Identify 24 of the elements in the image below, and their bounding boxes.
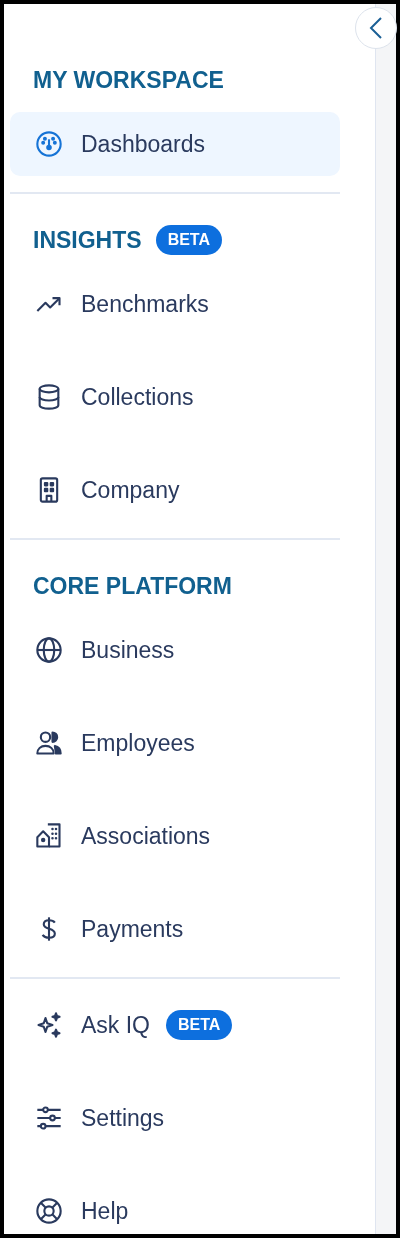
chevron-left-icon xyxy=(369,16,383,40)
nav-item[interactable]: Settings xyxy=(10,1086,340,1150)
buildings-icon xyxy=(35,822,63,850)
gauge-icon xyxy=(35,130,63,158)
beta-badge: BETA xyxy=(166,1010,233,1040)
nav-item[interactable]: Employees xyxy=(10,711,340,775)
lifebuoy-icon xyxy=(35,1197,63,1225)
sparkles-icon xyxy=(35,1011,63,1039)
nav-item[interactable]: Payments xyxy=(10,897,340,961)
nav-item[interactable]: Business xyxy=(10,618,340,682)
nav-item[interactable]: Help xyxy=(10,1179,340,1238)
users-icon xyxy=(35,729,63,757)
nav-item[interactable]: Dashboards xyxy=(10,112,340,176)
section-heading: MY WORKSPACE xyxy=(33,68,224,92)
nav-item[interactable]: Benchmarks xyxy=(10,272,340,336)
sliders-icon xyxy=(35,1104,63,1132)
globe-icon xyxy=(35,636,63,664)
beta-badge: BETA xyxy=(155,225,222,255)
nav-item[interactable]: Collections xyxy=(10,365,340,429)
nav-item[interactable]: Ask IQ BETA xyxy=(10,993,340,1057)
section-heading: INSIGHTS xyxy=(33,228,142,252)
nav-item[interactable]: Associations xyxy=(10,804,340,868)
section-heading: CORE PLATFORM xyxy=(33,574,232,598)
nav-item[interactable]: Company xyxy=(10,458,340,522)
